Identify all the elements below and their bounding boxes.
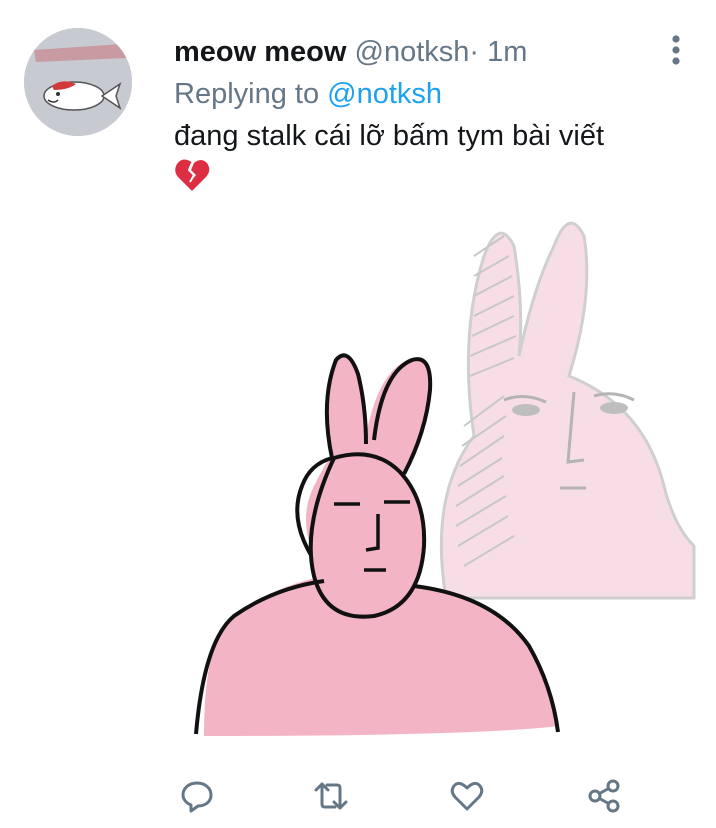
separator-dot: · xyxy=(469,36,480,68)
more-options-icon[interactable] xyxy=(666,34,686,68)
tweet-actions xyxy=(0,770,716,820)
tweet-header: meow meow @notksh· 1m xyxy=(174,34,656,70)
pink-rabbit-meme-icon xyxy=(194,221,696,736)
fish-avatar-icon xyxy=(24,28,132,136)
reply-mention-link[interactable]: @notksh xyxy=(327,78,442,110)
user-handle[interactable]: @notksh xyxy=(355,36,470,68)
tweet-text: đang stalk cái lỡ bấm tym bài viết xyxy=(174,120,605,152)
replying-prefix: Replying to xyxy=(174,78,320,110)
replying-to: Replying to @notksh xyxy=(174,76,442,112)
display-name[interactable]: meow meow xyxy=(174,36,346,68)
timestamp[interactable]: 1m xyxy=(487,36,527,68)
like-icon[interactable] xyxy=(449,778,485,814)
retweet-icon[interactable] xyxy=(313,778,349,814)
avatar[interactable] xyxy=(24,28,132,136)
tweet[interactable]: meow meow @notksh· 1m Replying to @notks… xyxy=(0,0,716,828)
tweet-media-image[interactable] xyxy=(174,196,704,744)
reply-icon[interactable] xyxy=(179,778,215,814)
share-icon[interactable] xyxy=(586,778,622,814)
broken-heart-icon xyxy=(174,158,210,192)
